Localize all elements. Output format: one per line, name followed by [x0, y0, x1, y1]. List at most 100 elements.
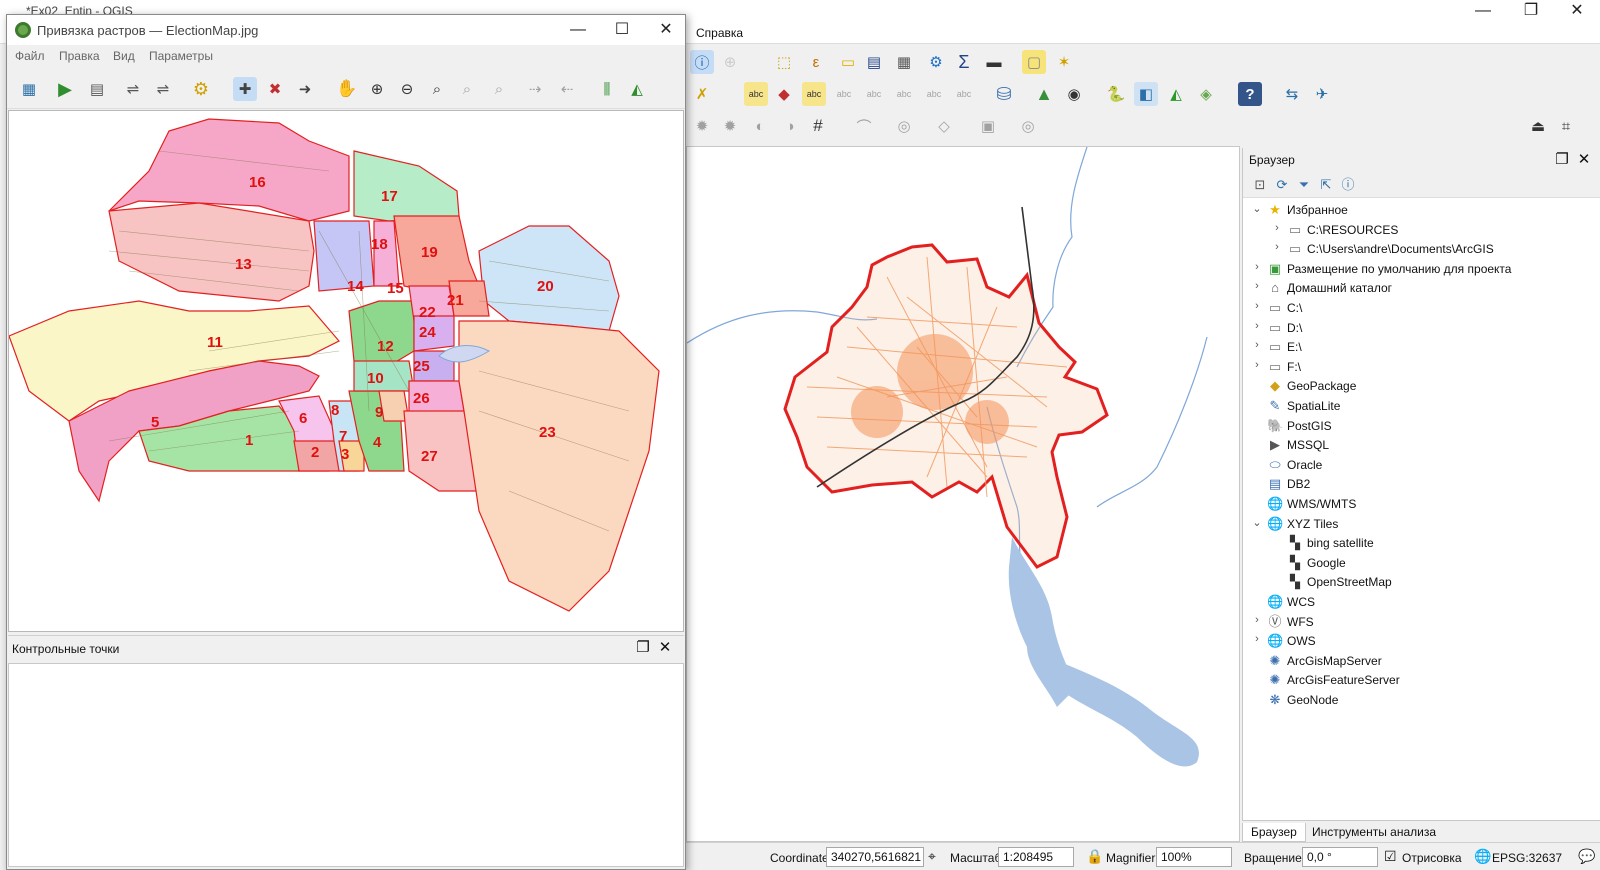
statistics-table-icon[interactable]: ▦	[892, 50, 916, 74]
triangle-tool-icon[interactable]: ▲	[1032, 82, 1056, 106]
add-ring-icon[interactable]: ✹	[718, 114, 742, 138]
merge-features-icon[interactable]: ▣	[976, 114, 1000, 138]
zoom-last-icon[interactable]: ⌕	[455, 77, 479, 101]
tab-analysis-tools[interactable]: Инструменты анализа	[1304, 823, 1444, 841]
rotate-symbols-icon[interactable]: ◎	[1016, 114, 1040, 138]
tree-item[interactable]: ⌄ 🌐 XYZ Tiles	[1243, 514, 1593, 534]
properties-icon[interactable]: ⓘ	[1339, 176, 1357, 194]
close-panel-icon[interactable]: ✕	[1575, 151, 1593, 169]
save-gcp-icon[interactable]: ⇌	[151, 77, 175, 101]
attribute-table-icon[interactable]: ▤	[862, 50, 886, 74]
refresh-icon[interactable]: ⟳	[1273, 176, 1291, 194]
expand-arrow-icon[interactable]: ›	[1251, 280, 1263, 292]
tree-item[interactable]: ⬭ Oracle	[1243, 455, 1593, 475]
gps-tool-icon[interactable]: ⇆	[1280, 82, 1304, 106]
tab-browser[interactable]: Браузер	[1242, 823, 1306, 842]
tree-item[interactable]: ⌄ ★ Избранное	[1243, 200, 1593, 220]
extents-toggle-icon[interactable]: ⌖	[928, 848, 936, 865]
tree-item[interactable]: 🐘 PostGIS	[1243, 416, 1593, 436]
split-features-icon[interactable]: ◇	[932, 114, 956, 138]
tree-item[interactable]: ▚ bing satellite	[1243, 533, 1593, 553]
maximize-button[interactable]: ❐	[1508, 0, 1554, 22]
expand-arrow-icon[interactable]: ›	[1251, 614, 1263, 626]
deselect-icon[interactable]: ▭	[836, 50, 860, 74]
reshape-icon[interactable]: ⌒	[852, 114, 876, 138]
close-button[interactable]: ✕	[1554, 0, 1600, 22]
add-point-icon[interactable]: ✚	[233, 77, 257, 101]
tree-item[interactable]: ▤ DB2	[1243, 474, 1593, 494]
python-console-icon[interactable]: 🐍	[1104, 82, 1128, 106]
float-panel-icon[interactable]: ❐	[1553, 151, 1571, 169]
tree-item[interactable]: › ▭ E:\	[1243, 337, 1593, 357]
gcp-close-panel-icon[interactable]: ✕	[656, 639, 674, 657]
show-hide-labels-icon[interactable]: abc	[922, 82, 946, 106]
link-georeferencer-icon[interactable]: ⇢	[523, 77, 547, 101]
rotation-field[interactable]: 0,0 °	[1302, 847, 1378, 867]
tree-item[interactable]: 🌐 WMS/WMTS	[1243, 494, 1593, 514]
messages-icon[interactable]: 💬	[1578, 848, 1595, 865]
raster-properties-icon[interactable]: ⫼	[595, 77, 619, 101]
collapse-arrow-icon[interactable]: ⌄	[1251, 202, 1263, 215]
tree-item[interactable]: ▚ Google	[1243, 553, 1593, 573]
help-contents-icon[interactable]: ?	[1238, 82, 1262, 106]
select-expression-icon[interactable]: ε	[804, 50, 828, 74]
move-gcp-icon[interactable]: ➜	[293, 77, 317, 101]
tree-item[interactable]: › ▭ C:\	[1243, 298, 1593, 318]
tree-item[interactable]: ✺ ArcGisFeatureServer	[1243, 670, 1593, 690]
magnifier-field[interactable]: 100%	[1156, 847, 1232, 867]
scale-field[interactable]: 1:208495	[998, 847, 1074, 867]
menu-edit[interactable]: Правка	[59, 49, 100, 63]
globe-plugin-icon[interactable]: ◉	[1062, 82, 1086, 106]
label-properties-icon[interactable]: abc	[952, 82, 976, 106]
map-tips-icon[interactable]: ▢	[1022, 50, 1046, 74]
georeferencer-close-button[interactable]: ✕	[643, 19, 689, 41]
tree-item[interactable]: › ▭ F:\	[1243, 357, 1593, 377]
zoom-in-icon[interactable]: ⊕	[365, 77, 389, 101]
tree-item[interactable]: › ▭ C:\RESOURCES	[1243, 220, 1593, 240]
tree-item[interactable]: › ▭ D:\	[1243, 318, 1593, 338]
rotate-label-icon[interactable]: abc	[862, 82, 886, 106]
delete-point-icon[interactable]: ✖	[263, 77, 287, 101]
expand-arrow-icon[interactable]: ›	[1271, 241, 1283, 253]
tree-item[interactable]: ✎ SpatiaLite	[1243, 396, 1593, 416]
expand-arrow-icon[interactable]: ›	[1251, 261, 1263, 273]
coordinate-field[interactable]: 340270,5616821	[826, 847, 924, 867]
georeferencer-minimize-button[interactable]: —	[555, 19, 601, 41]
menu-view[interactable]: Вид	[113, 49, 135, 63]
load-gcp-icon[interactable]: ⇌	[121, 77, 145, 101]
expand-arrow-icon[interactable]: ›	[1251, 300, 1263, 312]
processing-toolbox-icon[interactable]: ⚙	[924, 50, 948, 74]
lock-scale-icon[interactable]: 🔒	[1086, 848, 1103, 865]
new-annotation-icon[interactable]: ✶	[1052, 50, 1076, 74]
menu-settings[interactable]: Параметры	[149, 49, 213, 63]
layer-shield-icon[interactable]: ◈	[1194, 82, 1218, 106]
georeferencer-maximize-button[interactable]: ☐	[599, 19, 645, 41]
link-qgis-icon[interactable]: ⇠	[555, 77, 579, 101]
generate-gdal-script-icon[interactable]: ▤	[85, 77, 109, 101]
tree-item[interactable]: › ▭ C:\Users\andre\Documents\ArcGIS	[1243, 239, 1593, 259]
fill-ring-icon[interactable]: ◐	[748, 114, 772, 138]
screenshot-icon[interactable]: ⏏	[1526, 114, 1550, 138]
main-map-canvas[interactable]	[686, 146, 1240, 842]
georeferencer-canvas[interactable]: 16 17 18 19 13 14 15 20 21 22 24 11 12 2…	[8, 110, 684, 632]
highlight-labels-icon[interactable]: abc	[802, 82, 826, 106]
filter-icon[interactable]: ⏷	[1295, 176, 1313, 194]
grid-snap-icon[interactable]: #	[806, 114, 830, 138]
transformation-settings-icon[interactable]: ⚙	[189, 77, 213, 101]
expand-arrow-icon[interactable]: ›	[1251, 320, 1263, 332]
zoom-out-icon[interactable]: ⊖	[395, 77, 419, 101]
sum-statistics-icon[interactable]: Σ	[952, 50, 976, 74]
tree-item[interactable]: 🌐 WCS	[1243, 592, 1593, 612]
collapse-arrow-icon[interactable]: ⌄	[1251, 516, 1263, 529]
digitize-icon[interactable]: ✹	[690, 114, 714, 138]
delete-ring-icon[interactable]: ◑	[778, 114, 802, 138]
tree-item[interactable]: › ⌂ Домашний каталог	[1243, 278, 1593, 298]
capture-tool-icon[interactable]: ⌗	[1554, 114, 1578, 138]
gcp-table[interactable]	[8, 663, 684, 867]
tree-item[interactable]: ◆ GeoPackage	[1243, 376, 1593, 396]
move-label-icon[interactable]: abc	[832, 82, 856, 106]
menu-help[interactable]: Справка	[696, 26, 743, 40]
identify-icon[interactable]: ⓘ	[690, 50, 714, 74]
tree-item[interactable]: ▶ MSSQL	[1243, 435, 1593, 455]
collapse-all-icon[interactable]: ⇱	[1317, 176, 1335, 194]
